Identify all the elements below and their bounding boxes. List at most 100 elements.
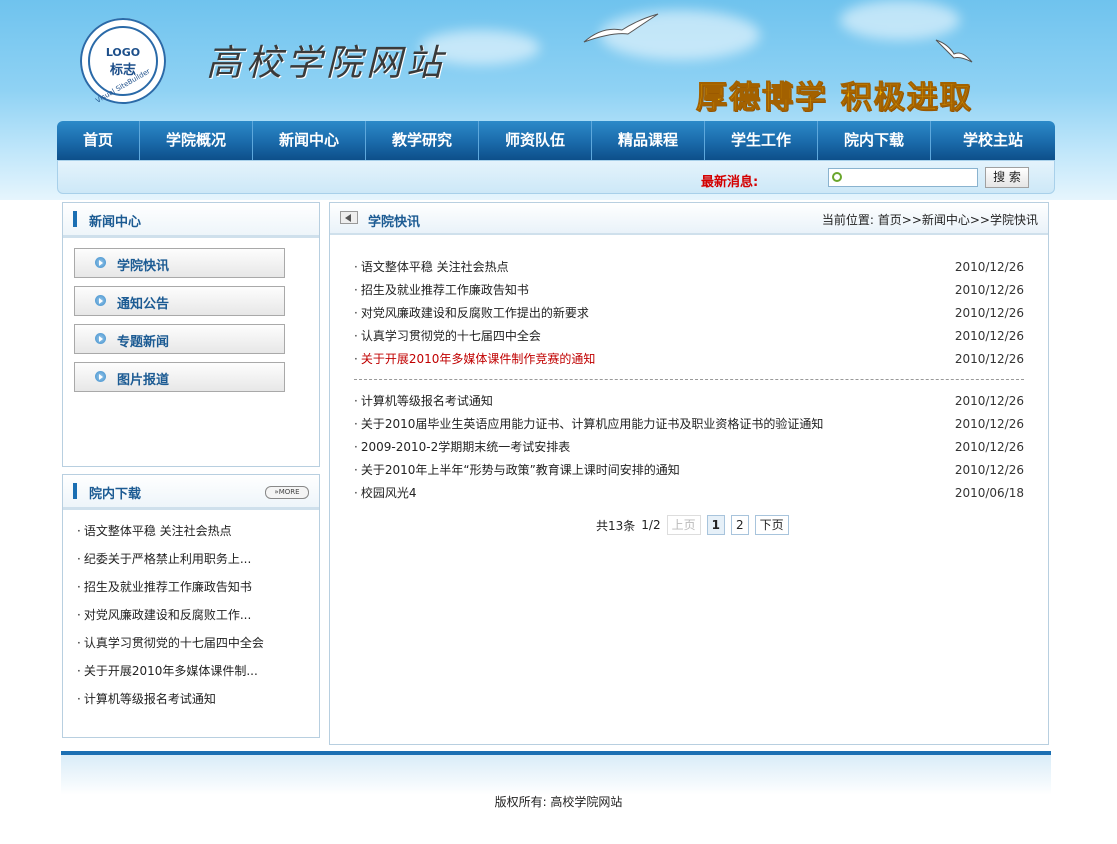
site-title: 高校学院网站: [206, 43, 447, 84]
nav-item-main-site[interactable]: 学校主站: [931, 121, 1055, 160]
news-item[interactable]: 2009-2010-2学期期末统一考试安排表 2010/12/26: [354, 436, 1024, 459]
site-logo[interactable]: LOGO 标志 Visual SiteBuilder: [80, 18, 166, 105]
search-icon: [832, 172, 842, 182]
nav-item-home[interactable]: 首页: [57, 121, 140, 160]
page: LOGO 标志 Visual SiteBuilder 高校学院网站 厚德博学 积…: [0, 0, 1117, 844]
news-date: 2010/12/26: [954, 260, 1024, 274]
news-title: 招生及就业推荐工作廉政告知书: [354, 279, 529, 302]
nav-item-courses[interactable]: 精品课程: [592, 121, 705, 160]
news-title: 关于2010年上半年“形势与政策”教育课上课时间安排的通知: [354, 459, 680, 482]
nav-item-downloads[interactable]: 院内下载: [818, 121, 931, 160]
nav-item-about[interactable]: 学院概况: [140, 121, 253, 160]
pager-prev-button[interactable]: 上页: [666, 515, 701, 535]
latest-news-label: 最新消息:: [701, 175, 759, 190]
news-item[interactable]: 关于2010年上半年“形势与政策”教育课上课时间安排的通知 2010/12/26: [354, 459, 1024, 482]
sidebar-item-photo-reports[interactable]: 图片报道: [74, 362, 285, 392]
news-item[interactable]: 计算机等级报名考试通知 2010/12/26: [354, 390, 1024, 413]
nav-item-students[interactable]: 学生工作: [705, 121, 818, 160]
news-item[interactable]: 认真学习贯彻党的十七届四中全会 2010/12/26: [354, 325, 1024, 348]
news-list-group-2: 计算机等级报名考试通知 2010/12/26 关于2010届毕业生英语应用能力证书…: [354, 390, 1024, 505]
pager-total: 共13条: [596, 518, 636, 533]
breadcrumb-path[interactable]: 首页>>新闻中心>>学院快讯: [878, 213, 1038, 227]
search-input[interactable]: [828, 168, 978, 187]
news-date: 2010/12/26: [954, 394, 1024, 408]
copyright-text: 版权所有: 高校学院网站: [494, 795, 623, 809]
nav-item-teaching[interactable]: 教学研究: [366, 121, 479, 160]
download-list: 语文整体平稳 关注社会热点 纪委关于严格禁止利用职务上... 招生及就业推荐工作…: [77, 517, 264, 713]
sidebar-item-notices[interactable]: 通知公告: [74, 286, 285, 316]
sidebar-item-special-news[interactable]: 专题新闻: [74, 324, 285, 354]
list-item[interactable]: 语文整体平稳 关注社会热点: [77, 517, 264, 545]
arrow-right-icon: [95, 371, 106, 382]
pager-page-info: 1/2: [641, 518, 661, 532]
news-date: 2010/12/26: [954, 463, 1024, 477]
news-title: 语文整体平稳 关注社会热点: [354, 256, 509, 279]
cloud-decoration: [840, 0, 960, 40]
list-item[interactable]: 关于开展2010年多媒体课件制...: [77, 657, 264, 685]
sidebar-news-header: 新闻中心: [63, 203, 319, 238]
news-title: 认真学习贯彻党的十七届四中全会: [354, 325, 541, 348]
arrow-right-icon: [95, 295, 106, 306]
news-item[interactable]: 校园风光4 2010/06/18: [354, 482, 1024, 505]
seagull-icon: [935, 39, 973, 63]
main-header: 学院快讯 当前位置: 首页>>新闻中心>>学院快讯: [330, 203, 1048, 235]
list-item[interactable]: 纪委关于严格禁止利用职务上...: [77, 545, 264, 573]
dashed-divider: [354, 379, 1024, 380]
info-bar: 最新消息: 搜 索: [57, 160, 1055, 194]
speaker-icon: [340, 211, 358, 224]
news-list-group-1: 语文整体平稳 关注社会热点 2010/12/26 招生及就业推荐工作廉政告知书 20…: [354, 256, 1024, 371]
sidebar-item-label: 专题新闻: [117, 335, 170, 350]
news-title: 关于2010届毕业生英语应用能力证书、计算机应用能力证书及职业资格证书的验证通知: [354, 413, 824, 436]
breadcrumb: 当前位置: 首页>>新闻中心>>学院快讯: [822, 211, 1038, 228]
pager-page-2[interactable]: 2: [730, 515, 749, 535]
more-label: MORE: [278, 488, 300, 496]
news-title: 对党风廉政建设和反腐败工作提出的新要求: [354, 302, 589, 325]
sidebar-item-label: 学院快讯: [117, 259, 170, 274]
search-button[interactable]: 搜 索: [985, 167, 1029, 188]
news-title: 计算机等级报名考试通知: [354, 390, 493, 413]
sidebar-download-box: 院内下载 »MORE 语文整体平稳 关注社会热点 纪委关于严格禁止利用职务上..…: [62, 474, 320, 738]
list-item[interactable]: 招生及就业推荐工作廉政告知书: [77, 573, 264, 601]
news-item-highlighted[interactable]: 关于开展2010年多媒体课件制作竞赛的通知 2010/12/26: [354, 348, 1024, 371]
news-title: 关于开展2010年多媒体课件制作竞赛的通知: [354, 348, 596, 371]
main-nav: 首页 学院概况 新闻中心 教学研究 师资队伍 精品课程 学生工作 院内下载 学校…: [57, 121, 1055, 160]
sidebar-download-title: 院内下载: [89, 487, 142, 502]
sidebar-news-title: 新闻中心: [89, 215, 142, 230]
title-bar-marker: [73, 211, 77, 227]
nav-item-faculty[interactable]: 师资队伍: [479, 121, 592, 160]
news-date: 2010/12/26: [954, 329, 1024, 343]
news-item[interactable]: 对党风廉政建设和反腐败工作提出的新要求 2010/12/26: [354, 302, 1024, 325]
news-date: 2010/12/26: [954, 352, 1024, 366]
sidebar-item-label: 通知公告: [117, 297, 170, 312]
logo-text: LOGO: [105, 46, 141, 59]
seagull-icon: [583, 13, 659, 43]
list-item[interactable]: 认真学习贯彻党的十七届四中全会: [77, 629, 264, 657]
news-item[interactable]: 招生及就业推荐工作廉政告知书 2010/12/26: [354, 279, 1024, 302]
nav-item-news[interactable]: 新闻中心: [253, 121, 366, 160]
main-content-box: 学院快讯 当前位置: 首页>>新闻中心>>学院快讯 语文整体平稳 关注社会热点 2…: [329, 202, 1049, 745]
footer-band: [61, 755, 1051, 795]
list-item[interactable]: 计算机等级报名考试通知: [77, 685, 264, 713]
news-title: 2009-2010-2学期期末统一考试安排表: [354, 436, 570, 459]
news-date: 2010/12/26: [954, 283, 1024, 297]
arrow-right-icon: [95, 257, 106, 268]
sidebar-item-college-news[interactable]: 学院快讯: [74, 248, 285, 278]
pager-page-1[interactable]: 1: [706, 515, 725, 535]
news-date: 2010/12/26: [954, 306, 1024, 320]
news-date: 2010/12/26: [954, 440, 1024, 454]
more-button[interactable]: »MORE: [265, 486, 309, 499]
main-title: 学院快讯: [368, 215, 421, 230]
sidebar-news-box: 新闻中心 学院快讯 通知公告 专题新闻 图片报道: [62, 202, 320, 467]
news-item[interactable]: 关于2010届毕业生英语应用能力证书、计算机应用能力证书及职业资格证书的验证通知…: [354, 413, 1024, 436]
pager-next-button[interactable]: 下页: [754, 515, 789, 535]
title-bar-marker: [73, 483, 77, 499]
slogan: 厚德博学 积极进取: [696, 80, 973, 117]
pagination: 共13条 1/2 上页 1 2 下页: [596, 515, 795, 535]
news-date: 2010/06/18: [954, 486, 1024, 500]
list-item[interactable]: 对党风廉政建设和反腐败工作...: [77, 601, 264, 629]
arrow-right-icon: [95, 333, 106, 344]
breadcrumb-label: 当前位置:: [821, 213, 874, 227]
sidebar-item-label: 图片报道: [117, 373, 170, 388]
news-item[interactable]: 语文整体平稳 关注社会热点 2010/12/26: [354, 256, 1024, 279]
news-date: 2010/12/26: [954, 417, 1024, 431]
